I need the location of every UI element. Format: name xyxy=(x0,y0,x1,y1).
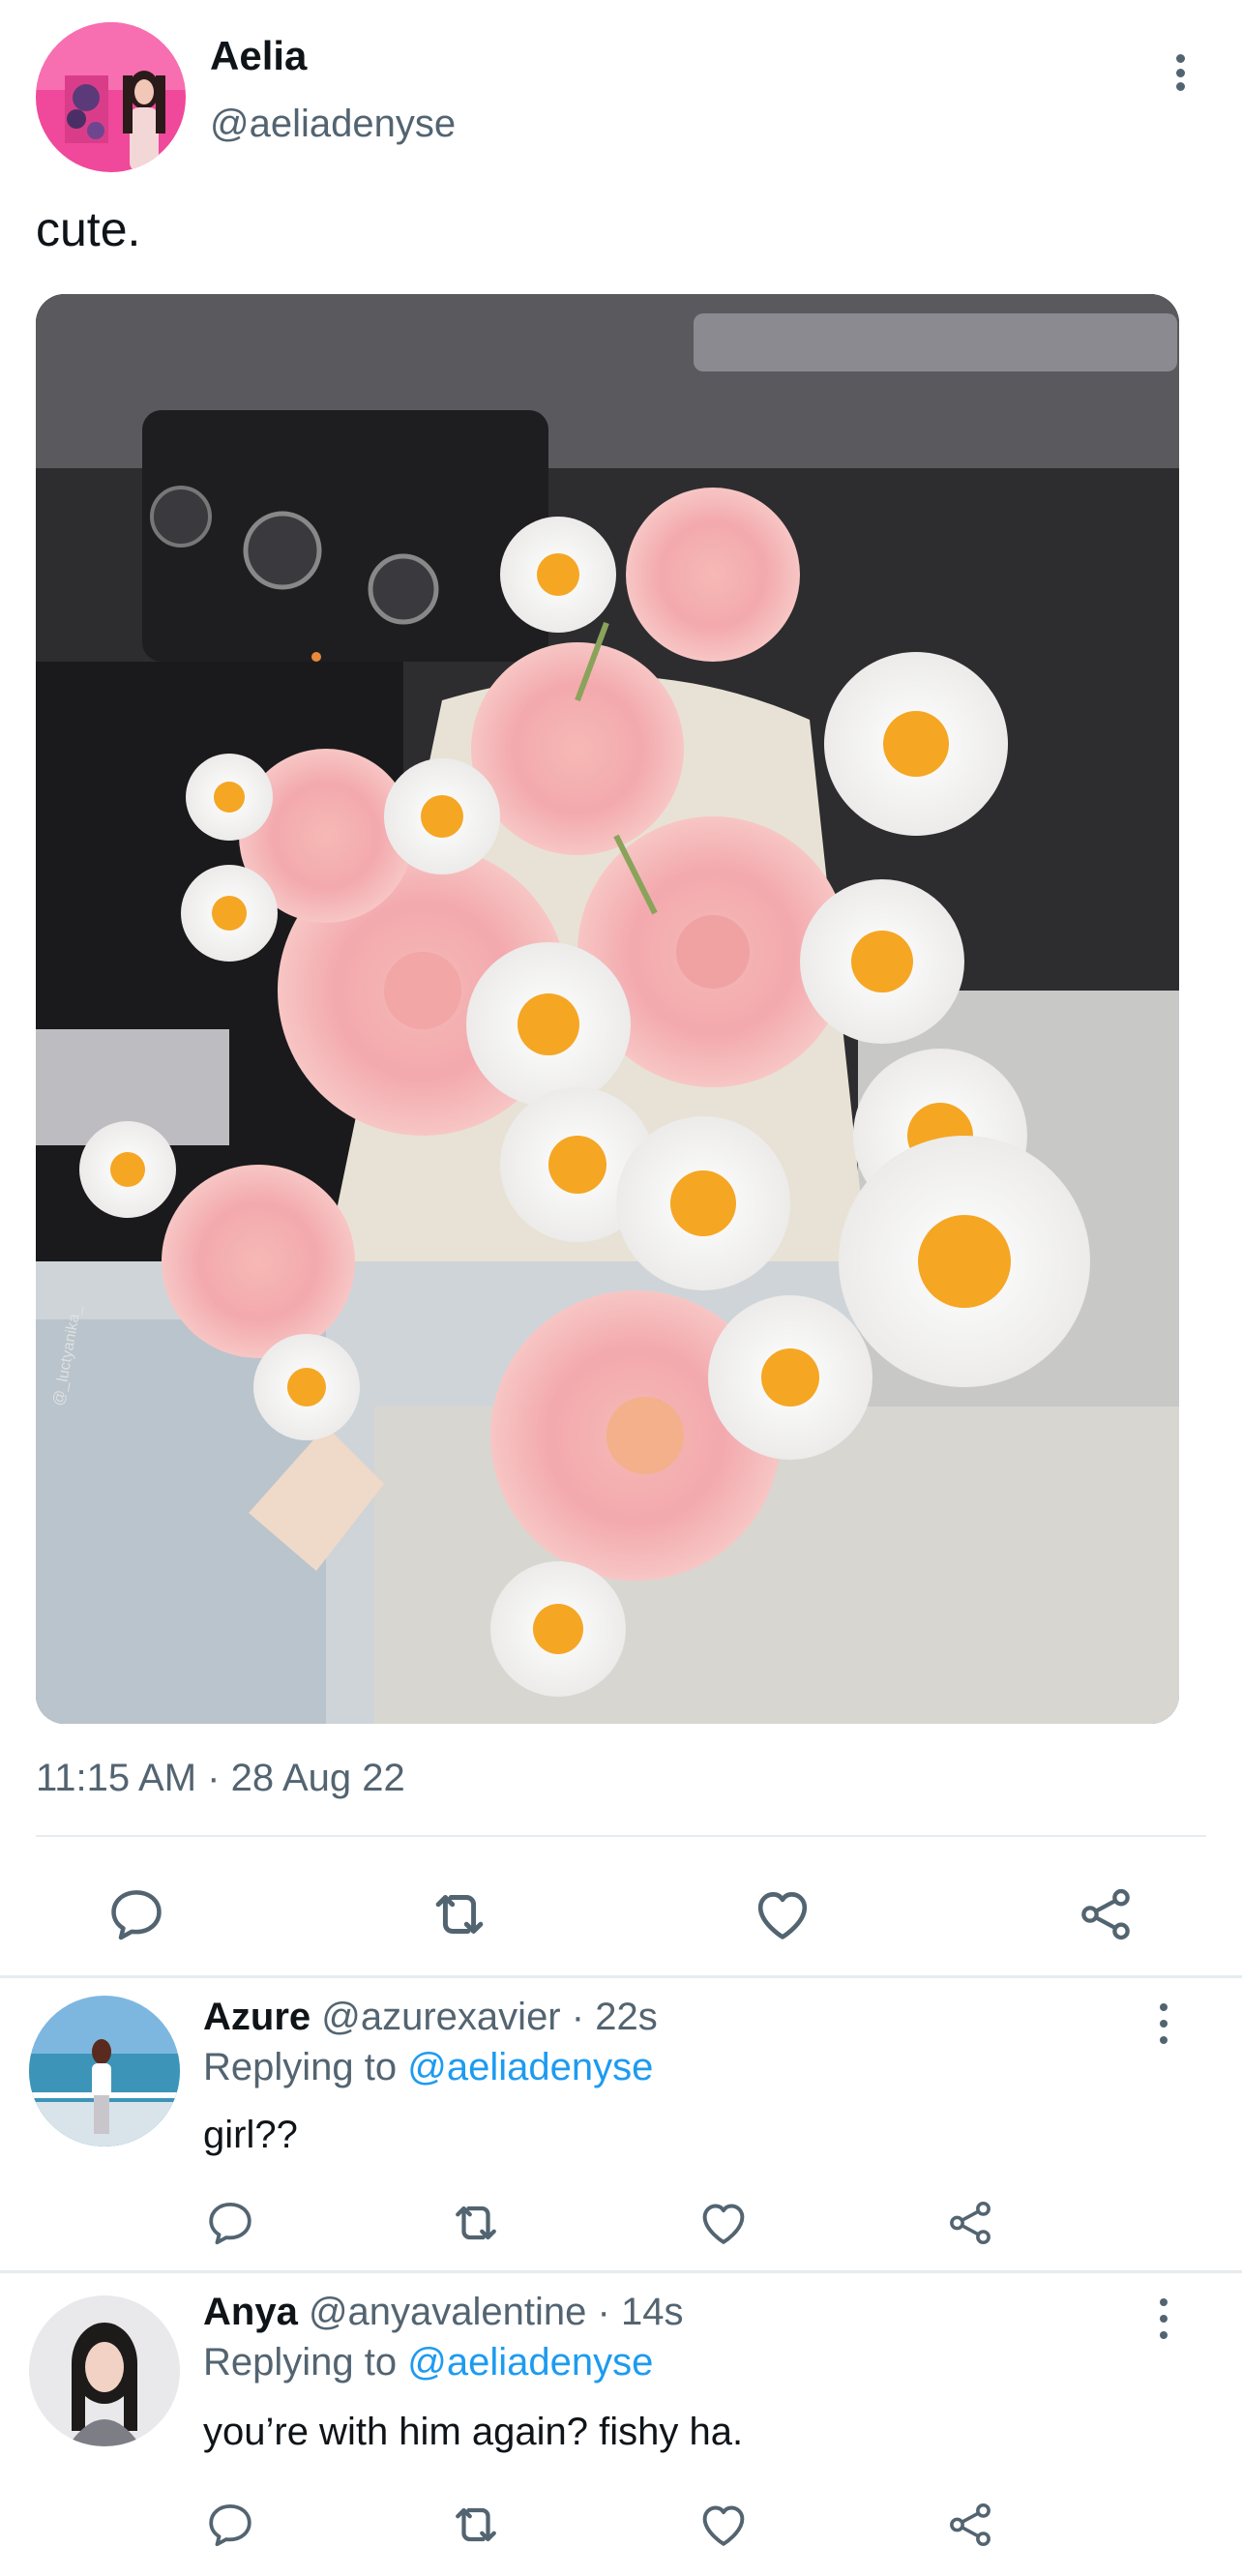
reply-tweet[interactable]: Azure @azurexavier · 22s Replying to @ae… xyxy=(0,1978,1242,2270)
replying-to-line: Replying to @aeliadenyse xyxy=(203,2341,653,2384)
retweet-icon[interactable] xyxy=(445,2192,507,2254)
reply-author-handle[interactable]: @azurexavier xyxy=(321,1996,560,2038)
author-handle[interactable]: @aeliadenyse xyxy=(210,103,456,146)
replying-to-label: Replying to xyxy=(203,2341,398,2384)
tweet-media-image[interactable]: @_luctyanika_ xyxy=(36,294,1179,1724)
reply-time: · 14s xyxy=(597,2291,684,2333)
heart-icon[interactable] xyxy=(693,2494,754,2556)
reply-icon[interactable] xyxy=(199,2494,261,2556)
retweet-icon[interactable] xyxy=(426,1880,493,1948)
tweet-text: cute. xyxy=(36,202,141,256)
replying-to-mention[interactable]: @aeliadenyse xyxy=(407,2341,653,2384)
share-icon[interactable] xyxy=(939,2494,1001,2556)
share-icon[interactable] xyxy=(1072,1880,1139,1948)
replying-to-line: Replying to @aeliadenyse xyxy=(203,2046,653,2089)
share-icon[interactable] xyxy=(939,2192,1001,2254)
heart-icon[interactable] xyxy=(749,1880,816,1948)
reply-author-handle[interactable]: @anyavalentine xyxy=(309,2291,586,2333)
reply-text: you’re with him again? fishy ha. xyxy=(203,2411,744,2453)
more-vertical-icon[interactable] xyxy=(1144,2003,1183,2044)
reply-avatar[interactable] xyxy=(29,1996,180,2147)
more-vertical-icon[interactable] xyxy=(1144,2298,1183,2339)
reply-icon[interactable] xyxy=(103,1880,170,1948)
reply-time: · 22s xyxy=(571,1996,658,2038)
more-vertical-icon[interactable] xyxy=(1161,48,1199,97)
tweet-timestamp[interactable]: 11:15 AM · 28 Aug 22 xyxy=(36,1757,405,1800)
reply-author-name[interactable]: Azure xyxy=(203,1996,310,2038)
author-name[interactable]: Aelia xyxy=(210,33,307,79)
main-tweet: Aelia @aeliadenyse cute. @_luctyanika_ 1… xyxy=(0,0,1242,1977)
reply-text: girl?? xyxy=(203,2114,298,2156)
divider xyxy=(36,1835,1206,1837)
reply-avatar[interactable] xyxy=(29,2295,180,2446)
author-avatar[interactable] xyxy=(36,22,186,172)
retweet-icon[interactable] xyxy=(445,2494,507,2556)
reply-tweet[interactable]: Anya @anyavalentine · 14s Replying to @a… xyxy=(0,2273,1242,2576)
heart-icon[interactable] xyxy=(693,2192,754,2254)
reply-icon[interactable] xyxy=(199,2192,261,2254)
replying-to-label: Replying to xyxy=(203,2046,398,2088)
reply-author-name[interactable]: Anya xyxy=(203,2291,298,2333)
replying-to-mention[interactable]: @aeliadenyse xyxy=(407,2046,653,2088)
